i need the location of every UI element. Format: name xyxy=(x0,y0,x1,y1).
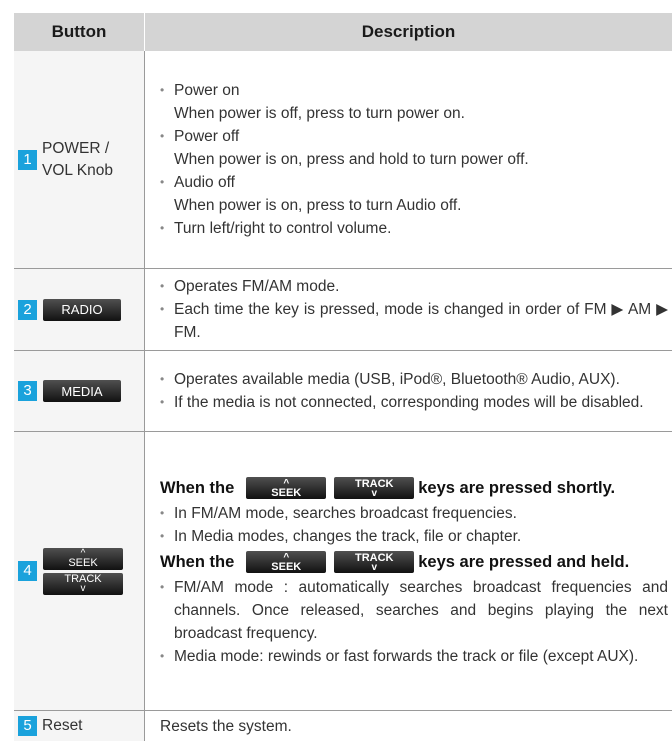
seek-track-key-stack: ^ SEEK TRACK v xyxy=(43,547,123,595)
description-cell-media: • Operates available media (USB, iPod®, B… xyxy=(144,350,672,432)
seek-key-icon: ^ SEEK xyxy=(246,551,327,573)
button-label-reset: Reset xyxy=(42,717,83,734)
number-badge-3: 3 xyxy=(18,381,37,401)
table-row-seek-track: 4 ^ SEEK TRACK v When the ^ SEEK TRACK v key… xyxy=(14,431,672,711)
list-item-detail: When power is off, press to turn power o… xyxy=(174,105,465,122)
track-key-icon: TRACK v xyxy=(43,572,123,595)
number-badge-5: 5 xyxy=(18,716,37,736)
chevron-down-icon: v xyxy=(80,583,86,594)
button-cell-media: 3 MEDIA xyxy=(14,350,145,432)
table-row-radio: 2 RADIO • Operates FM/AM mode. • Each time… xyxy=(14,268,672,351)
button-cell-radio: 2 RADIO xyxy=(14,268,145,351)
list-item: • If the media is not connected, correspo… xyxy=(160,394,644,411)
list-item: • Audio off xyxy=(160,174,235,191)
heading-pressed-shortly: When the ^ SEEK TRACK v keys are pressed s… xyxy=(160,477,616,499)
list-item: • Turn left/right to control volume. xyxy=(160,220,392,237)
list-item: • Each time the key is pressed, mode is c… xyxy=(160,301,668,341)
track-key-icon: TRACK v xyxy=(334,551,415,573)
column-header-description: Description xyxy=(144,13,672,51)
description-cell-radio: • Operates FM/AM mode. • Each time the key… xyxy=(144,268,672,351)
button-label-power: POWER / VOL Knob xyxy=(42,139,113,179)
number-badge-4: 4 xyxy=(18,561,37,581)
list-item: • Operates available media (USB, iPod®, B… xyxy=(160,371,620,388)
list-item: • Operates FM/AM mode. xyxy=(160,278,340,295)
list-item: • FM/AM mode : automatically searches bro… xyxy=(160,579,668,642)
media-key-icon: MEDIA xyxy=(43,380,121,402)
list-item: • In Media modes, changes the track, file… xyxy=(160,528,522,545)
column-header-button: Button xyxy=(14,13,145,51)
list-item-detail: When power is on, press and hold to turn… xyxy=(174,151,529,168)
number-badge-2: 2 xyxy=(18,299,37,320)
table-row-reset: 5 Reset Resets the system. xyxy=(14,710,672,741)
button-cell-reset: 5 Reset xyxy=(14,710,145,741)
list-item-detail: When power is on, press to turn Audio of… xyxy=(174,197,462,214)
description-cell-power: • Power on When power is off, press to tu… xyxy=(144,51,672,269)
radio-key-icon: RADIO xyxy=(43,298,121,321)
button-cell-seek-track: 4 ^ SEEK TRACK v xyxy=(14,431,145,711)
list-item: • Power on xyxy=(160,82,240,99)
description-cell-reset: Resets the system. xyxy=(160,717,292,735)
button-description-table: Button Description 1 POWER / VOL Knob • Po… xyxy=(14,13,672,741)
chevron-down-icon: v xyxy=(371,561,378,573)
button-cell-power: 1 POWER / VOL Knob xyxy=(14,51,145,269)
table-header-row: Button Description xyxy=(14,13,672,51)
seek-key-icon: ^ SEEK xyxy=(43,547,123,570)
seek-key-icon: ^ SEEK xyxy=(246,477,327,499)
number-badge-1: 1 xyxy=(18,149,37,170)
list-item: • Power off xyxy=(160,128,240,145)
table-row-media: 3 MEDIA • Operates available media (USB, … xyxy=(14,350,672,432)
track-key-icon: TRACK v xyxy=(334,477,415,499)
list-item: • In FM/AM mode, searches broadcast frequ… xyxy=(160,505,517,522)
list-item: • Media mode: rewinds or fast forwards th… xyxy=(160,648,639,665)
description-cell-seek-track: When the ^ SEEK TRACK v keys are pressed s… xyxy=(144,431,672,711)
table-row-power: 1 POWER / VOL Knob • Power on When power i… xyxy=(14,51,672,269)
heading-pressed-held: When the ^ SEEK TRACK v keys are pressed a… xyxy=(160,551,630,573)
chevron-down-icon: v xyxy=(371,487,378,499)
